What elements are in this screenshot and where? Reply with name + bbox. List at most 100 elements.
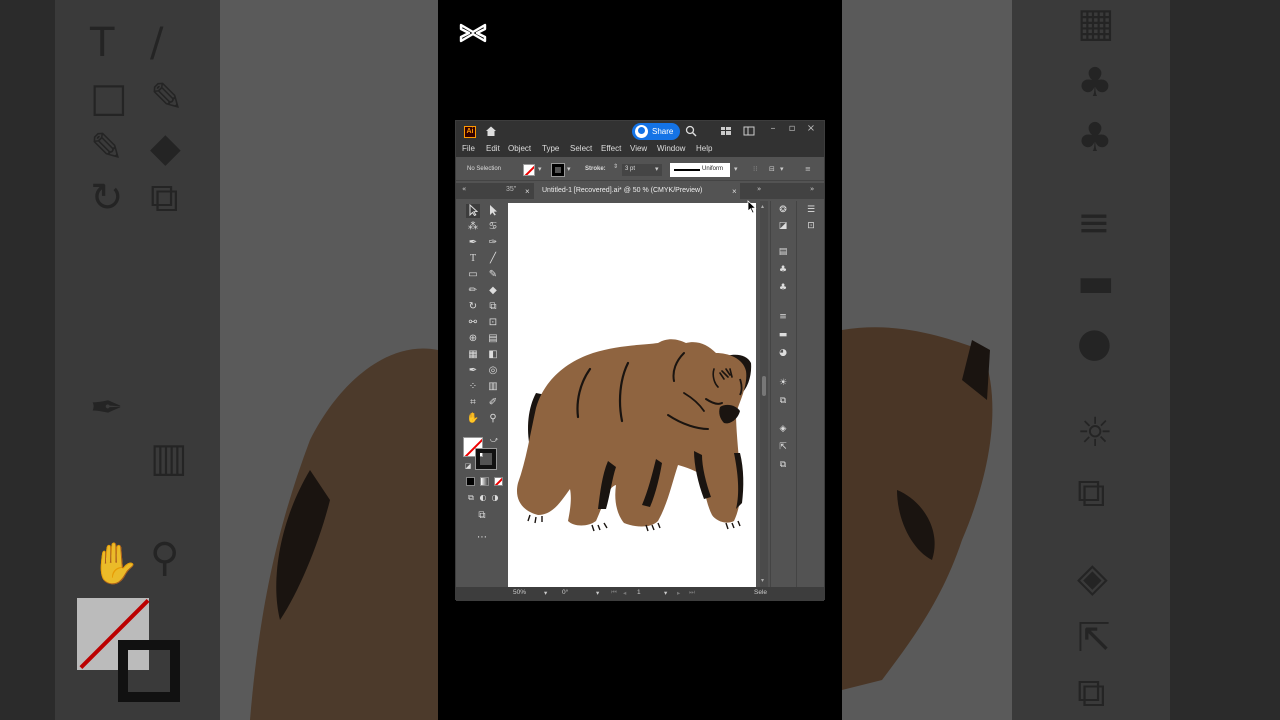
blend-tool-icon[interactable]: ◎ [486, 364, 500, 378]
stroke-swatch-large[interactable] [475, 448, 497, 470]
arrange-documents-icon[interactable] [743, 125, 755, 137]
swap-fill-stroke-icon[interactable]: ⤻ [487, 433, 501, 447]
menu-select[interactable]: Select [570, 144, 592, 153]
none-mode-icon[interactable] [494, 477, 503, 486]
properties-panel-icon[interactable]: ❂ [777, 204, 789, 216]
last-artboard-icon[interactable]: ⏭ [689, 589, 695, 597]
fill-dropdown-icon[interactable]: ▾ [538, 165, 542, 173]
artboard-dropdown-icon[interactable]: ▾ [664, 589, 667, 597]
pen-tool-icon[interactable]: ✒ [466, 236, 480, 250]
minimize-icon[interactable]: – [766, 123, 780, 134]
line-segment-tool-icon[interactable]: ╱ [486, 252, 500, 266]
slice-tool-icon[interactable]: ✐ [486, 396, 500, 410]
next-artboard-icon[interactable]: ▸ [677, 589, 680, 597]
column-graph-tool-icon[interactable]: ▥ [486, 380, 500, 394]
gradient-tool-icon[interactable]: ◧ [486, 348, 500, 362]
rotate-tool-icon[interactable]: ↻ [466, 300, 480, 314]
zoom-dropdown-icon[interactable]: ▾ [544, 589, 547, 597]
panels-collapse-icon[interactable]: » [810, 185, 814, 193]
artboards-panel-icon[interactable]: ⧉ [777, 459, 789, 471]
color-mode-icon[interactable] [466, 477, 475, 486]
transparency-panel-icon[interactable]: ◕ [777, 347, 789, 359]
brushes-panel-icon[interactable]: ▤ [777, 246, 789, 258]
pencil-tool-icon[interactable]: ✏ [466, 284, 480, 298]
scroll-up-icon[interactable]: ▴ [761, 203, 764, 210]
scroll-down-icon[interactable]: ▾ [761, 577, 764, 584]
vertical-scrollbar[interactable]: ▴ ▾ [760, 201, 768, 587]
search-icon[interactable] [685, 125, 697, 137]
panel-collapse-icon[interactable]: « [462, 185, 466, 193]
symbols-panel-icon[interactable]: ♣ [777, 264, 789, 276]
magic-wand-tool-icon[interactable]: ⁂ [466, 220, 480, 234]
variable-width-profile[interactable]: Uniform [670, 163, 730, 177]
first-artboard-icon[interactable]: ⏮ [611, 589, 617, 597]
stroke-color-swatch[interactable] [551, 163, 565, 177]
type-tool-icon[interactable]: T [466, 252, 480, 266]
menu-effect[interactable]: Effect [601, 144, 621, 153]
menu-edit[interactable]: Edit [486, 144, 500, 153]
stroke-panel-icon[interactable]: ≡ [777, 311, 789, 323]
selection-tool-icon[interactable] [466, 203, 480, 218]
tab-previous-close-icon[interactable]: × [525, 187, 530, 196]
maximize-icon[interactable]: ▫ [785, 123, 799, 134]
home-icon[interactable] [484, 124, 498, 138]
artboard-tool-icon[interactable]: ⌗ [466, 396, 480, 410]
lasso-tool-icon[interactable]: ♋ [486, 220, 500, 234]
tabs-overflow-icon[interactable]: » [757, 185, 761, 193]
menu-file[interactable]: File [462, 144, 475, 153]
gradient-mode-icon[interactable] [480, 477, 489, 486]
edit-toolbar-icon[interactable]: ⋯ [475, 531, 489, 545]
eyedropper-tool-icon[interactable]: ✒ [466, 364, 480, 378]
appearance-panel-icon[interactable]: ☀ [777, 377, 789, 389]
menu-object[interactable]: Object [508, 144, 531, 153]
menu-view[interactable]: View [630, 144, 647, 153]
default-fill-stroke-icon[interactable]: ◪ [461, 459, 475, 473]
perspective-grid-tool-icon[interactable]: ▤ [486, 332, 500, 346]
tab-active-close-icon[interactable]: × [732, 187, 737, 196]
close-icon[interactable]: × [804, 123, 818, 134]
stroke-dropdown-icon[interactable]: ▾ [567, 165, 571, 173]
eraser-tool-icon[interactable]: ◆ [486, 284, 500, 298]
menu-window[interactable]: Window [657, 144, 685, 153]
curvature-tool-icon[interactable]: ✑ [486, 236, 500, 250]
stroke-weight-dropdown-icon[interactable]: ▾ [655, 165, 659, 173]
artboard[interactable] [508, 203, 756, 587]
layers-panel-icon[interactable]: ◈ [777, 423, 789, 435]
screen-mode-icon[interactable]: ⧉ [475, 509, 489, 523]
hand-tool-icon[interactable]: ✋ [466, 412, 480, 426]
width-tool-icon[interactable]: ⚯ [466, 316, 480, 330]
align-dropdown-icon[interactable]: ▾ [780, 165, 784, 173]
asset-export-panel-icon[interactable]: ⇱ [777, 441, 789, 453]
prev-artboard-icon[interactable]: ◂ [623, 589, 626, 597]
graphic-styles-panel-icon[interactable]: ♣ [777, 282, 789, 294]
menu-help[interactable]: Help [696, 144, 712, 153]
stroke-stepper-icon[interactable]: ⇕ [613, 163, 618, 170]
align-panel-icon[interactable]: ⧉ [777, 395, 789, 407]
share-button[interactable]: Share [632, 123, 680, 140]
rotation-dropdown-icon[interactable]: ▾ [596, 589, 599, 597]
rectangle-tool-icon[interactable]: ▭ [466, 268, 480, 282]
zoom-level-field[interactable]: 50% [513, 589, 526, 596]
direct-selection-tool-icon[interactable] [486, 204, 500, 218]
tab-active-document[interactable]: Untitled-1 [Recovered].ai* @ 50 % (CMYK/… [534, 183, 740, 199]
control-menu-icon[interactable]: ≡ [805, 165, 811, 173]
draw-inside-icon[interactable]: ◑ [488, 491, 502, 505]
align-icon[interactable]: ⊟ [769, 165, 775, 173]
zoom-tool-icon[interactable]: ⚲ [486, 412, 500, 426]
menu-type[interactable]: Type [542, 144, 559, 153]
scroll-thumb[interactable] [762, 376, 766, 396]
rotation-field[interactable]: 0° [562, 589, 568, 596]
adjustments-panel-icon[interactable]: ☰ [805, 204, 817, 216]
canvas-area[interactable] [506, 201, 760, 587]
gradient-panel-icon[interactable]: ▬ [777, 329, 789, 341]
workspace-switcher-icon[interactable] [720, 125, 732, 137]
scale-tool-icon[interactable]: ⧉ [486, 300, 500, 314]
mesh-tool-icon[interactable]: ▦ [466, 348, 480, 362]
symbol-sprayer-tool-icon[interactable]: ⁘ [466, 380, 480, 394]
recolor-icon[interactable]: ⁞⁞ [753, 165, 757, 173]
bear-illustration[interactable] [508, 203, 756, 587]
fill-color-swatch[interactable] [523, 164, 535, 176]
free-transform-tool-icon[interactable]: ⊡ [486, 316, 500, 330]
artboard-number-field[interactable]: 1 [637, 589, 641, 596]
paintbrush-tool-icon[interactable]: ✎ [486, 268, 500, 282]
